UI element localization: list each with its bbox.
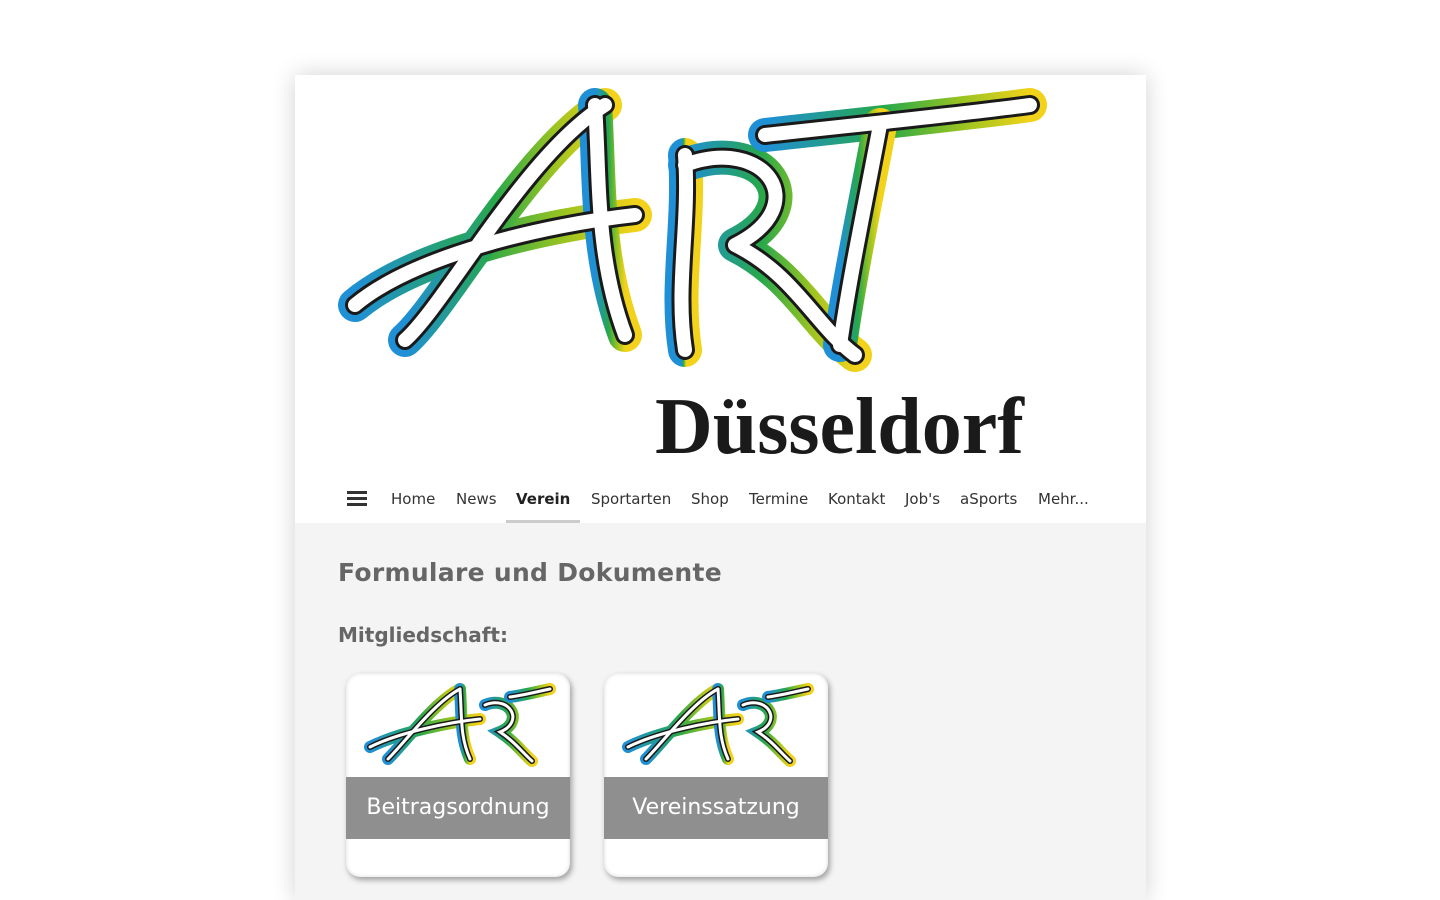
document-card: Vereinssatzung [604,673,828,877]
document-tile-vereinssatzung[interactable]: Vereinssatzung [598,671,834,883]
art-logo-icon [364,683,556,767]
page-container: Düsseldorf Home News Verein Sportarten S… [295,75,1146,900]
nav-item-termine[interactable]: Termine [739,475,818,523]
nav-item-sportarten[interactable]: Sportarten [581,475,681,523]
nav-item-home[interactable]: Home [381,475,445,523]
nav-item-news[interactable]: News [446,475,507,523]
document-card: Beitragsordnung [346,673,570,877]
nav-item-shop[interactable]: Shop [681,475,739,523]
nav-item-mehr[interactable]: Mehr... [1028,475,1099,523]
nav-item-verein[interactable]: Verein [506,475,581,523]
document-label: Beitragsordnung [346,777,570,839]
hamburger-icon[interactable] [347,491,367,507]
document-label: Vereinssatzung [604,777,828,839]
section-label: Mitgliedschaft: [338,623,508,647]
nav-item-kontakt[interactable]: Kontakt [818,475,895,523]
site-header: Düsseldorf [295,75,1146,523]
art-logo-icon [622,683,814,767]
nav-item-jobs[interactable]: Job's [895,475,950,523]
logo-city-text: Düsseldorf [655,383,1025,471]
logo-graphic: Düsseldorf [338,88,1047,471]
page-title: Formulare und Dokumente [338,558,722,587]
document-tile-beitragsordnung[interactable]: Beitragsordnung [340,671,576,883]
main-navigation: Home News Verein Sportarten Shop Termine… [295,475,1146,523]
art-duesseldorf-logo[interactable]: Düsseldorf [295,75,1146,475]
nav-item-asports[interactable]: aSports [950,475,1027,523]
